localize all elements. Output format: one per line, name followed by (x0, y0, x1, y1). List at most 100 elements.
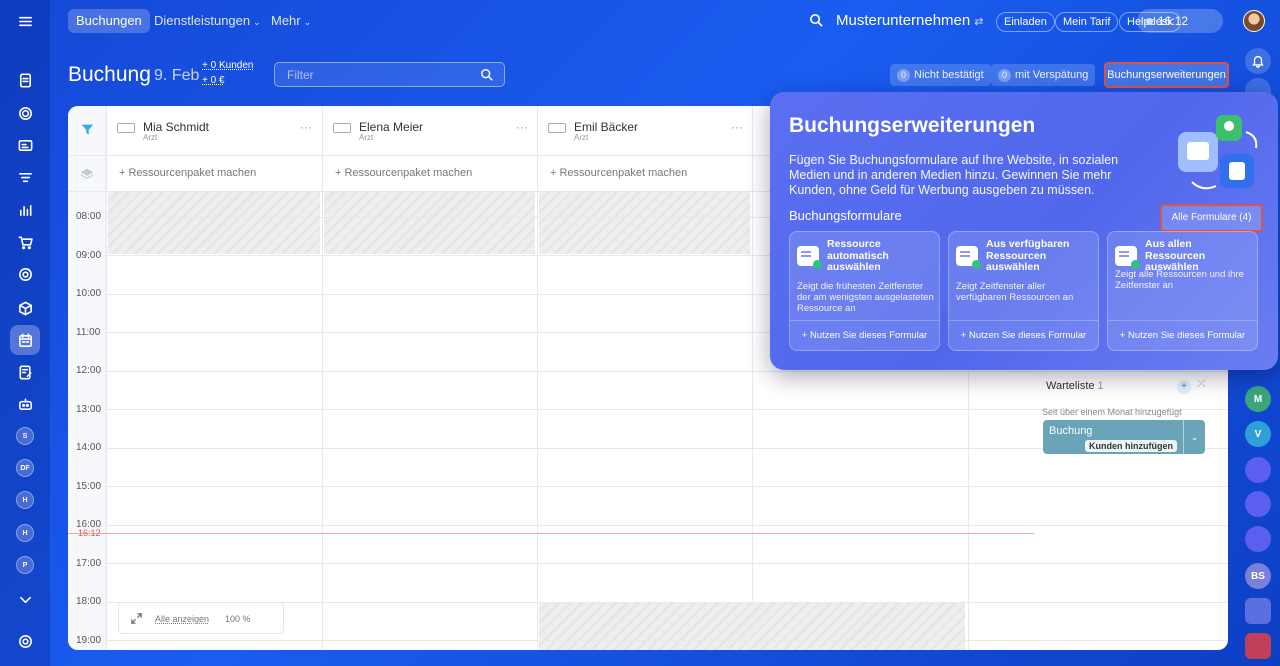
all-forms-button[interactable]: Alle Formulare (4) (1160, 204, 1263, 232)
late-filter[interactable]: 0 mit Verspätung (991, 64, 1096, 86)
document-icon[interactable] (10, 65, 40, 95)
robot-icon[interactable] (10, 389, 40, 419)
resource-device-icon (548, 123, 566, 133)
menu-icon[interactable] (10, 6, 40, 36)
hour-label: 08:00 (76, 211, 102, 222)
marketing-icon[interactable] (10, 259, 40, 289)
forms-subtitle: Buchungsformulare (789, 208, 902, 223)
booking-calendar-icon[interactable] (10, 325, 40, 355)
booking-extensions-button[interactable]: Buchungserweiterungen (1104, 62, 1229, 88)
use-form-button[interactable]: + Nutzen Sie dieses Formular (949, 320, 1098, 350)
form-card[interactable]: Aus allen Ressourcen auswählen Zeigt all… (1107, 231, 1258, 351)
contact-card-icon[interactable] (10, 130, 40, 160)
clock-time: 16:12 (1158, 14, 1189, 28)
hour-label: 18:00 (76, 596, 102, 607)
tab-bookings[interactable]: Buchungen (68, 9, 150, 33)
not-confirmed-filter[interactable]: 0 Nicht bestätigt (890, 64, 991, 86)
workspace-avatar[interactable]: H (16, 491, 34, 509)
hour-label: 13:00 (76, 404, 102, 415)
workspace-avatar[interactable]: H (16, 524, 34, 542)
resource-role: Arzt (359, 133, 374, 142)
waitlist-note: Seit über einem Monat hinzugefügt (1042, 407, 1182, 417)
chat-channel-icon[interactable] (1245, 491, 1271, 517)
chat-channel-icon[interactable] (1245, 457, 1271, 483)
hour-label: 17:00 (76, 558, 102, 569)
more-options-icon[interactable]: ··· (300, 120, 312, 134)
top-navigation: Buchungen Dienstleistungen ⌄ Mehr ⌄ Muster… (50, 0, 1280, 42)
checkbox-icon[interactable] (1245, 633, 1271, 659)
resource-name[interactable]: Elena Meier (359, 120, 423, 134)
bar-chart-icon[interactable] (10, 195, 40, 225)
settings-gear-icon[interactable] (10, 626, 40, 656)
hour-line (106, 371, 1228, 372)
my-plan-button[interactable]: Mein Tarif (1055, 12, 1119, 32)
task-edit-icon[interactable] (10, 357, 40, 387)
user-avatar[interactable] (1243, 10, 1265, 32)
chevron-down-icon: ⌄ (253, 17, 261, 27)
chevron-down-icon[interactable]: ⌄ (1183, 420, 1205, 454)
more-options-icon[interactable]: ··· (516, 120, 528, 134)
late-count: 0 (998, 69, 1011, 82)
chat-avatar[interactable]: BS (1245, 563, 1271, 589)
workspace-avatar[interactable]: DF (16, 459, 34, 477)
more-options-icon[interactable]: ··· (731, 120, 743, 134)
use-form-button[interactable]: + Nutzen Sie dieses Formular (790, 320, 939, 350)
resource-name[interactable]: Mia Schmidt (143, 120, 209, 134)
collapse-icon[interactable]: ⤫ (1197, 378, 1206, 391)
unavailable-slot (539, 602, 965, 650)
box-icon[interactable] (10, 293, 40, 323)
form-icon (1115, 246, 1140, 269)
stat-revenue[interactable]: + 0 € (202, 75, 225, 86)
waitlist-add-button[interactable]: + (1177, 380, 1191, 394)
workspace-avatar[interactable]: P (16, 556, 34, 574)
create-package-link[interactable]: + Ressourcenpaket machen (335, 167, 472, 179)
popup-title: Buchungserweiterungen (789, 114, 1036, 137)
add-customer-button[interactable]: Kunden hinzufügen (1085, 440, 1177, 452)
hour-line (106, 486, 1228, 487)
chat-avatar[interactable]: M (1245, 386, 1271, 412)
clock-widget[interactable]: 16:12 (1137, 9, 1223, 33)
zoom-percent[interactable]: 100 % (225, 614, 251, 624)
show-all-link[interactable]: Alle anzeigen (155, 614, 209, 624)
hour-label: 10:00 (76, 288, 102, 299)
cart-icon[interactable] (10, 227, 40, 257)
waitlist-title: Warteliste 1 (1046, 380, 1104, 392)
funnel-icon[interactable] (10, 163, 40, 193)
zoom-controls: Alle anzeigen 100 % (118, 602, 284, 634)
chat-avatar[interactable]: V (1245, 421, 1271, 447)
company-name: Musterunternehmen (836, 12, 971, 29)
resource-role: Arzt (574, 133, 589, 142)
search-icon[interactable] (809, 13, 824, 28)
contact-card-icon[interactable] (1245, 598, 1271, 624)
resource-name[interactable]: Emil Bäcker (574, 120, 638, 134)
resource-role: Arzt (143, 133, 158, 142)
company-switcher[interactable]: Musterunternehmen ⇄ (836, 12, 983, 29)
expand-icon[interactable] (130, 612, 143, 625)
search-icon (481, 69, 493, 81)
page-date[interactable]: 9. Feb (154, 67, 199, 85)
chat-channel-icon[interactable] (1245, 526, 1271, 552)
resource-device-icon (333, 123, 351, 133)
create-package-link[interactable]: + Ressourcenpaket machen (550, 167, 687, 179)
chevron-down-icon[interactable] (10, 584, 40, 614)
resource-column: Elena Meier Arzt ··· + Ressourcenpaket m… (322, 106, 538, 650)
use-form-button[interactable]: + Nutzen Sie dieses Formular (1108, 320, 1257, 350)
bell-icon[interactable] (1245, 48, 1271, 74)
form-card[interactable]: Aus verfügbaren Ressourcen auswählen Zei… (948, 231, 1099, 351)
form-card-text: Zeigt die frühesten Zeitfenster der am w… (797, 281, 934, 314)
target-icon[interactable] (10, 98, 40, 128)
hour-label: 14:00 (76, 442, 102, 453)
waitlist-booking-card[interactable]: Buchung Kunden hinzufügen ⌄ (1043, 420, 1205, 454)
hour-label: 09:00 (76, 250, 102, 261)
stat-customers[interactable]: + 0 Kunden (202, 60, 253, 71)
tab-more[interactable]: Mehr ⌄ (271, 9, 311, 33)
left-sidebar: S DF H H P (0, 0, 50, 666)
filter-field[interactable] (274, 62, 505, 87)
filter-input[interactable] (275, 63, 504, 86)
filter-icon[interactable] (81, 123, 94, 136)
invite-button[interactable]: Einladen (996, 12, 1055, 32)
create-package-link[interactable]: + Ressourcenpaket machen (119, 167, 256, 179)
form-card[interactable]: Ressource automatisch auswählen Zeigt di… (789, 231, 940, 351)
tab-services[interactable]: Dienstleistungen ⌄ (154, 9, 261, 33)
workspace-avatar[interactable]: S (16, 427, 34, 445)
